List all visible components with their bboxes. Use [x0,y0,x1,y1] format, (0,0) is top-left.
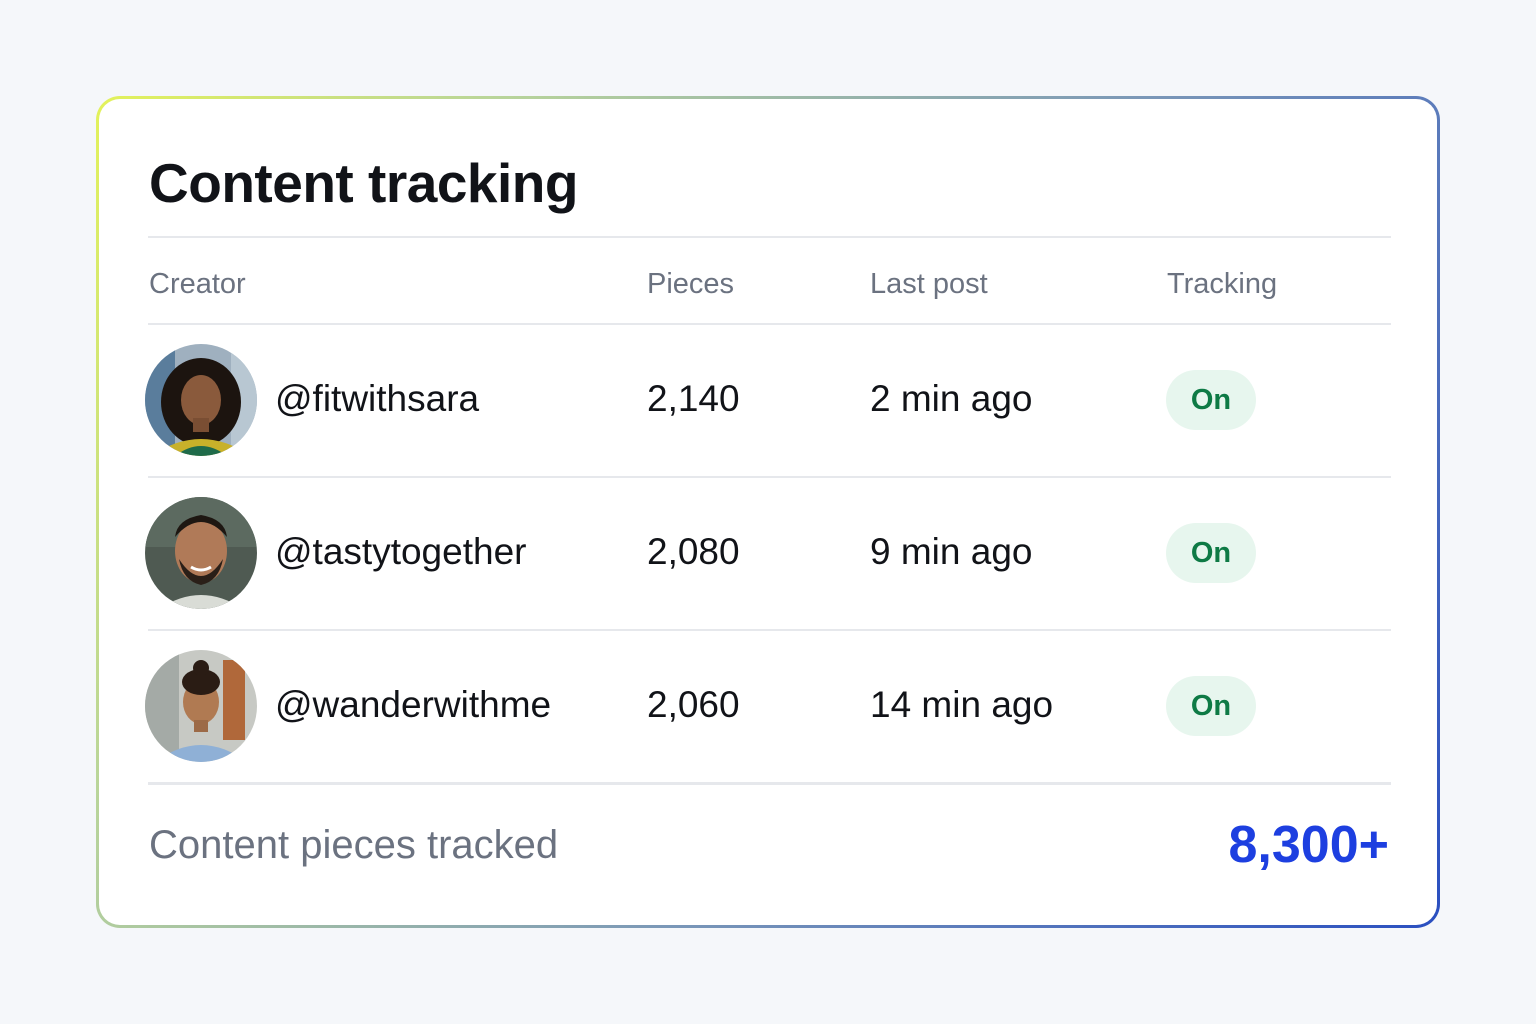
last-post-time: 2 min ago [870,378,1033,419]
column-header-last-post: Last post [870,268,988,300]
table-row[interactable]: @tastytogether 2,080 9 min ago On [99,477,1437,629]
creator-handle[interactable]: @tastytogether [275,531,526,573]
footer-divider [148,782,1391,785]
title-divider [148,236,1391,238]
last-post-time: 9 min ago [870,531,1033,572]
avatar [145,650,257,762]
table-row[interactable]: @wanderwithme 2,060 14 min ago On [99,630,1437,782]
avatar [145,497,257,609]
tracking-status-badge[interactable]: On [1166,370,1256,430]
column-header-creator: Creator [149,268,246,300]
pieces-count: 2,060 [647,684,740,725]
footer-label: Content pieces tracked [149,823,559,867]
pieces-count: 2,140 [647,378,740,419]
card-title: Content tracking [149,152,578,214]
table-row[interactable]: @fitwithsara 2,140 2 min ago On [99,324,1437,476]
content-tracking-card: Content tracking Creator Pieces Last pos… [99,99,1437,925]
tracking-status-badge[interactable]: On [1166,676,1256,736]
creator-handle[interactable]: @fitwithsara [275,378,479,420]
column-header-pieces: Pieces [647,268,735,300]
column-header-tracking: Tracking [1167,268,1278,300]
creator-handle[interactable]: @wanderwithme [275,684,551,726]
total-tracked-value: 8,300+ [1228,816,1390,874]
avatar [145,344,257,456]
tracking-status-badge[interactable]: On [1166,523,1256,583]
content-tracking-card-border: Content tracking Creator Pieces Last pos… [96,96,1440,928]
pieces-count: 2,080 [647,531,740,572]
last-post-time: 14 min ago [870,684,1054,725]
